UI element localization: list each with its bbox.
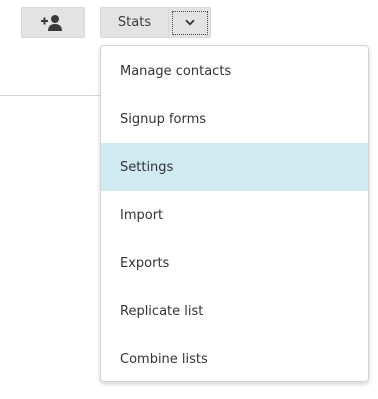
menu-item-label: Manage contacts <box>120 63 232 79</box>
page: Stats Manage contacts Signup forms Setti… <box>0 0 378 399</box>
menu-item-label: Replicate list <box>120 303 204 319</box>
menu-item-combine-lists[interactable]: Combine lists <box>101 335 368 383</box>
focus-ring <box>171 10 208 35</box>
menu-item-label: Signup forms <box>120 111 207 127</box>
menu-item-exports[interactable]: Exports <box>101 239 368 287</box>
menu-item-manage-contacts[interactable]: Manage contacts <box>101 47 368 95</box>
menu-item-label: Combine lists <box>120 351 208 367</box>
stats-button[interactable]: Stats <box>100 7 168 38</box>
add-contact-button[interactable] <box>21 7 85 38</box>
dropdown-menu: Manage contacts Signup forms Settings Im… <box>100 45 369 382</box>
menu-item-settings[interactable]: Settings <box>101 143 368 191</box>
stats-dropdown-toggle[interactable] <box>168 7 211 38</box>
divider <box>0 95 100 96</box>
add-user-icon <box>41 14 62 31</box>
menu-item-signup-forms[interactable]: Signup forms <box>101 95 368 143</box>
menu-item-label: Settings <box>120 159 174 175</box>
menu-item-label: Import <box>120 207 164 223</box>
menu-item-replicate-list[interactable]: Replicate list <box>101 287 368 335</box>
stats-button-label: Stats <box>117 15 152 30</box>
menu-item-import[interactable]: Import <box>101 191 368 239</box>
chevron-down-icon <box>184 19 195 26</box>
menu-item-label: Exports <box>120 255 170 271</box>
